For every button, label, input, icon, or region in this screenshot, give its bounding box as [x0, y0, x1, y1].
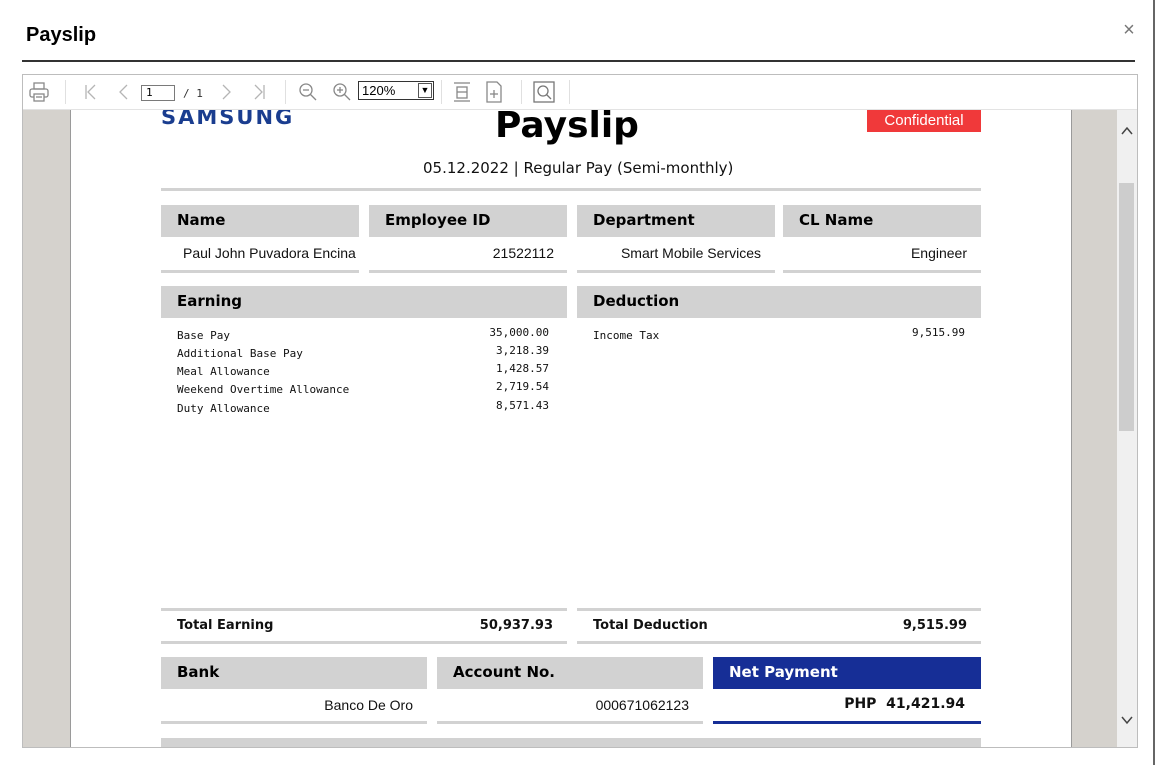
employee-name: Paul John Puvadora Encina: [183, 245, 356, 261]
scrollbar-thumb[interactable]: [1119, 183, 1134, 431]
deduction-item: Income Tax: [593, 326, 659, 344]
payslip-page: SAMSUNG Payslip Confidential 05.12.2022 …: [70, 110, 1072, 747]
first-page-button[interactable]: [81, 82, 99, 102]
zoom-out-button[interactable]: [297, 82, 319, 102]
total-earning-label: Total Earning: [177, 618, 274, 633]
chevron-down-icon: ▼: [418, 83, 432, 98]
printer-icon: [29, 82, 49, 102]
row-divider: [577, 270, 775, 273]
totals-divider: [161, 641, 567, 644]
header-divider: [161, 188, 981, 191]
total-deduction-label: Total Deduction: [593, 618, 708, 633]
name-header: Name: [161, 205, 359, 237]
last-page-button[interactable]: [251, 82, 269, 102]
deduction-header: Deduction: [577, 286, 981, 318]
confidential-badge: Confidential: [867, 110, 981, 132]
zoom-value: 120%: [362, 83, 396, 98]
earning-amount: 1,428.57: [496, 362, 549, 375]
next-section-bar: [161, 738, 981, 747]
fit-width-button[interactable]: [451, 82, 473, 102]
deduction-amount: 9,515.99: [912, 326, 965, 339]
earning-item: Duty Allowance: [177, 399, 270, 417]
fit-width-icon: [454, 82, 470, 102]
toolbar-separator: [521, 80, 522, 104]
row-divider: [369, 270, 567, 273]
toolbar-separator: [65, 80, 66, 104]
bank-name: Banco De Oro: [324, 697, 413, 713]
earning-label: Weekend Overtime Allowance: [177, 383, 350, 396]
cl-name-header: CL Name: [783, 205, 981, 237]
row-divider: [437, 721, 703, 724]
employee-id: 21522112: [492, 245, 554, 261]
page-number-input[interactable]: 1: [141, 85, 175, 101]
chevron-up-icon[interactable]: [1119, 123, 1135, 139]
total-earning: 50,937.93: [479, 618, 553, 633]
toolbar-separator: [285, 80, 286, 104]
chevron-left-icon: [119, 84, 128, 100]
totals-divider: [577, 641, 981, 644]
row-divider: [783, 270, 981, 273]
print-button[interactable]: [27, 82, 51, 102]
previous-page-button[interactable]: [115, 82, 131, 102]
cl-name-value: Engineer: [910, 245, 967, 261]
document-viewport: SAMSUNG Payslip Confidential 05.12.2022 …: [23, 110, 1117, 747]
earning-item: Base Pay: [177, 326, 230, 344]
earning-label: Base Pay: [177, 329, 230, 342]
row-divider: [161, 721, 427, 724]
net-payment-header: Net Payment: [713, 657, 981, 689]
earning-amount: 8,571.43: [496, 399, 549, 412]
totals-divider: [577, 608, 981, 611]
vertical-scrollbar[interactable]: [1117, 110, 1137, 747]
fit-page-button[interactable]: [483, 81, 505, 103]
earning-label: Meal Allowance: [177, 365, 270, 378]
pdf-viewer: 1 / 1 120% ▼ SAMSUNG Payslip Confidentia…: [22, 74, 1138, 748]
window-edge: [1153, 0, 1155, 765]
chevron-down-icon[interactable]: [1119, 712, 1135, 728]
bank-header: Bank: [161, 657, 427, 689]
net-payment-underline: [713, 721, 981, 724]
search-icon: [533, 81, 555, 103]
modal-title: Payslip: [26, 24, 97, 46]
totals-divider: [161, 608, 567, 611]
earning-label: Additional Base Pay: [177, 347, 303, 360]
department-value: Smart Mobile Services: [620, 245, 761, 261]
earning-item: Additional Base Pay: [177, 344, 303, 362]
samsung-logo: SAMSUNG: [161, 110, 295, 129]
earning-amount: 3,218.39: [496, 344, 549, 357]
zoom-in-icon: [333, 83, 351, 101]
title-divider: [22, 60, 1135, 62]
toolbar-separator: [569, 80, 570, 104]
account-number: 000671062123: [595, 697, 689, 713]
viewer-toolbar: 1 / 1 120% ▼: [23, 75, 1137, 110]
net-payment: PHP 41,421.94: [844, 696, 965, 712]
row-divider: [161, 270, 359, 273]
close-button[interactable]: ×: [1119, 19, 1139, 42]
find-button[interactable]: [533, 81, 555, 103]
earning-label: Duty Allowance: [177, 402, 270, 415]
zoom-select[interactable]: 120% ▼: [358, 81, 434, 100]
deduction-label: Income Tax: [593, 329, 660, 342]
earning-item: Weekend Overtime Allowance: [177, 380, 349, 398]
total-deduction: 9,515.99: [902, 618, 967, 633]
employee-id-header: Employee ID: [369, 205, 567, 237]
page-total: / 1: [183, 87, 203, 100]
earning-header: Earning: [161, 286, 567, 318]
zoom-out-icon: [299, 83, 317, 101]
pay-period: 05.12.2022 | Regular Pay (Semi-monthly): [423, 159, 734, 177]
account-header: Account No.: [437, 657, 703, 689]
first-page-icon: [85, 84, 96, 100]
payslip-heading: Payslip: [495, 110, 639, 146]
zoom-in-button[interactable]: [331, 82, 353, 102]
chevron-right-icon: [222, 84, 231, 100]
earning-amount: 2,719.54: [496, 380, 549, 393]
last-page-icon: [254, 84, 265, 100]
fit-page-icon: [486, 81, 502, 103]
earning-item: Meal Allowance: [177, 362, 270, 380]
earning-amount: 35,000.00: [489, 326, 549, 339]
toolbar-separator: [441, 80, 442, 104]
department-header: Department: [577, 205, 775, 237]
next-page-button[interactable]: [219, 82, 235, 102]
